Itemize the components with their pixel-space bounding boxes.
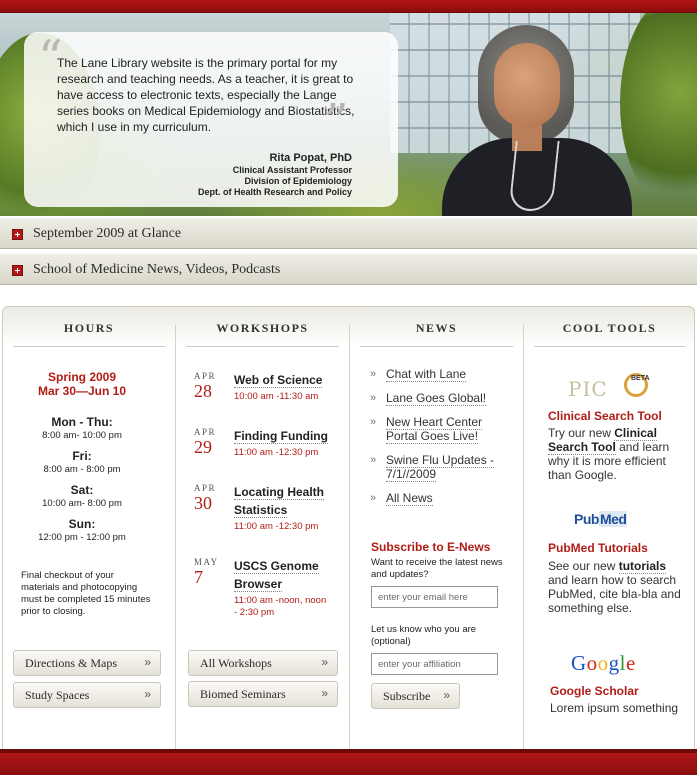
som-news-expander-label: School of Medicine News, Videos, Podcast… [33,262,281,277]
pubmed-logo[interactable]: PubMed [574,511,628,527]
cool-tools-heading: COOL TOOLS [562,321,657,335]
google-scholar-desc: Lorem ipsum something [550,701,679,715]
hours-day-mon-thu: Mon - Thu: 8:00 am- 10:00 pm [42,415,122,441]
clinical-search-title[interactable]: Clinical Search Tool [548,409,662,423]
workshop-title[interactable]: Locating Health Statistics [234,483,332,519]
workshop-day: 7 [194,567,203,587]
affiliation-prompt: Let us know who you are (optional) [371,624,477,647]
google-scholar-title[interactable]: Google Scholar [550,684,639,698]
attribution-division: Division of Epidemiology [244,176,352,186]
affiliation-input[interactable] [371,653,498,675]
workshop-title[interactable]: Finding Funding [234,427,332,445]
pubmed-tutorials-title[interactable]: PubMed Tutorials [548,541,648,555]
workshop-month: APR [194,427,217,437]
news-item[interactable]: Chat with Lane [370,367,510,382]
subscribe-button[interactable]: Subscribe » [371,683,460,709]
workshops-heading: WORKSHOPS [216,321,309,335]
workshop-item[interactable]: APR 28 Web of Science 10:00 am -11:30 am [176,371,336,411]
attribution-title: Clinical Assistant Professor [232,165,352,175]
arrow-right-icon: » [144,655,151,669]
google-logo[interactable]: Google [571,651,636,676]
workshop-month: APR [194,483,217,493]
beta-badge: BETA [631,375,650,382]
arrow-right-icon: » [144,687,151,701]
all-workshops-button[interactable]: All Workshops » [188,650,338,676]
workshop-month: APR [194,371,217,381]
hero-banner: “ The Lane Library website is the primar… [0,13,697,216]
hours-season-range: Mar 30—Jun 10 [37,384,127,398]
subscribe-heading: Subscribe to E-News [371,540,491,554]
hours-day-fri: Fri: 8:00 am - 8:00 pm [43,449,121,475]
hours-day-sun: Sun: 12:00 pm - 12:00 pm [38,517,126,543]
attribution-name: Rita Popat, PhD [269,152,352,164]
biomed-seminars-button[interactable]: Biomed Seminars » [188,681,338,707]
expand-plus-icon [12,229,23,240]
news-item[interactable]: Swine Flu Updates - 7/1//2009 [370,453,510,482]
workshop-title[interactable]: Web of Science [234,371,332,389]
hours-season-name: Spring 2009 [47,370,117,384]
workshop-day: 28 [194,381,212,401]
news-column: NEWS Chat with Lane Lane Goes Global! Ne… [350,307,523,750]
hours-season: Spring 2009 Mar 30—Jun 10 [3,370,161,398]
pic-logo[interactable]: PIC BETA [568,373,658,407]
news-item[interactable]: New Heart Center Portal Goes Live! [370,415,510,444]
testimonial-text: The Lane Library website is the primary … [57,56,355,134]
cool-tools-column: COOL TOOLS PIC BETA Clinical Search Tool… [524,307,695,750]
workshop-time: 11:00 am -12:30 pm [234,521,319,532]
pubmed-tutorials-desc: See our new tutorials and learn how to s… [548,559,681,615]
pubmed-tutorials-link[interactable]: tutorials [618,559,667,574]
news-item[interactable]: Lane Goes Global! [370,391,510,406]
workshops-column: WORKSHOPS APR 28 Web of Science 10:00 am… [176,307,349,750]
workshop-item[interactable]: MAY 7 USCS Genome Browser 11:00 am -noon… [176,557,336,627]
workshop-title[interactable]: USCS Genome Browser [234,557,332,593]
clinical-search-desc: Try our new Clinical Search Tool and lea… [548,426,670,482]
hours-heading: HOURS [63,321,115,335]
testimonial-attribution: Rita Popat, PhD Clinical Assistant Profe… [198,151,352,198]
workshop-time: 10:00 am -11:30 am [234,391,319,402]
arrow-right-icon: » [321,686,328,700]
hours-day-sat: Sat: 10:00 am- 8:00 pm [42,483,122,509]
news-list: Chat with Lane Lane Goes Global! New Hea… [370,367,510,515]
news-heading: NEWS [415,321,458,335]
all-news-link[interactable]: All News [370,491,510,506]
top-accent-bar [0,0,697,13]
hours-column: HOURS Spring 2009 Mar 30—Jun 10 Mon - Th… [3,307,175,750]
workshop-time: 11:00 am -12:30 pm [234,447,319,458]
study-spaces-button[interactable]: Study Spaces » [13,682,161,708]
glance-expander[interactable]: September 2009 at Glance [0,217,697,249]
bottom-accent-bar [0,749,697,775]
attribution-department: Dept. of Health Research and Policy [197,187,352,197]
arrow-right-icon: » [443,688,450,702]
subscribe-prompt: Want to receive the latest news and upda… [371,557,503,580]
testimonial-photo [440,13,640,216]
workshop-time: 11:00 am -noon, noon - 2:30 pm [234,595,327,618]
workshop-month: MAY [194,557,219,567]
glance-expander-label: September 2009 at Glance [33,226,182,241]
workshop-item[interactable]: APR 30 Locating Health Statistics 11:00 … [176,483,336,539]
arrow-right-icon: » [321,655,328,669]
som-news-expander[interactable]: School of Medicine News, Videos, Podcast… [0,253,697,285]
testimonial-quote-box: “ The Lane Library website is the primar… [24,32,398,207]
directions-maps-button[interactable]: Directions & Maps » [13,650,161,676]
quote-close-icon: ” [324,94,349,150]
hours-checkout-note: Final checkout of your materials and pho… [21,570,151,617]
email-input[interactable] [371,586,498,608]
workshop-item[interactable]: APR 29 Finding Funding 11:00 am -12:30 p… [176,427,336,467]
workshop-day: 30 [194,493,212,513]
workshop-day: 29 [194,437,212,457]
info-panel: HOURS Spring 2009 Mar 30—Jun 10 Mon - Th… [2,306,695,751]
expand-plus-icon [12,265,23,276]
